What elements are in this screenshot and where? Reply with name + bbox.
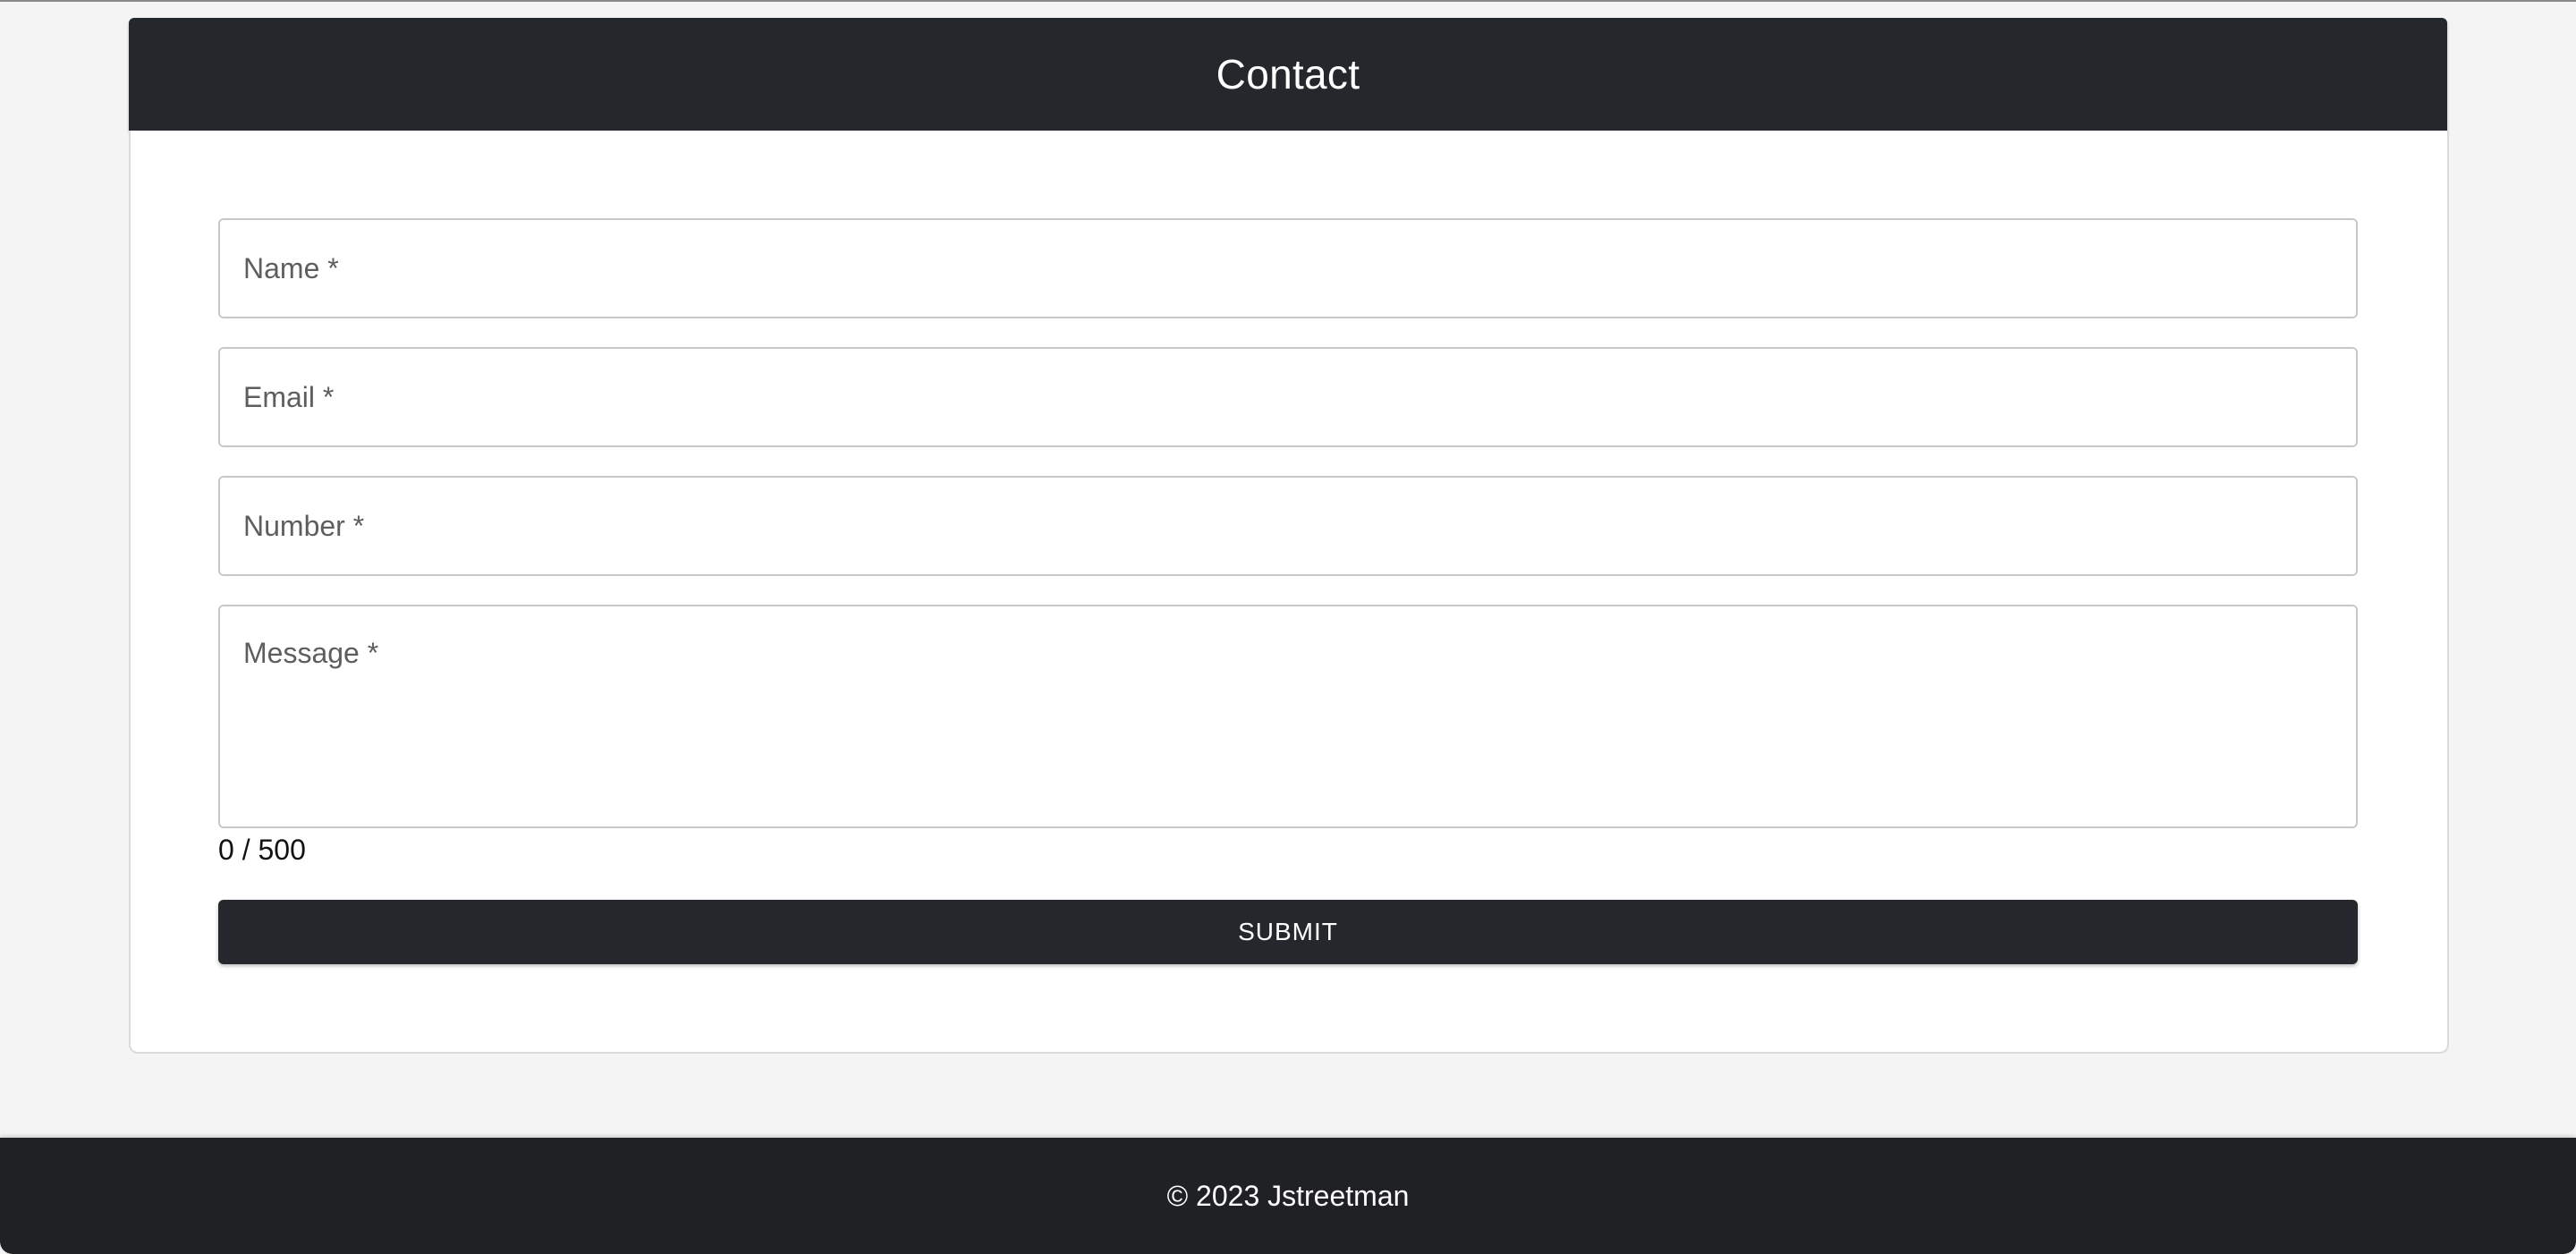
footer-copyright: © 2023 Jstreetman [1166, 1179, 1410, 1212]
contact-form: Name * Email * Number * Message * 0 / 50… [129, 131, 2449, 1054]
email-field-label: Email * [243, 381, 335, 413]
submit-button[interactable]: SUBMIT [218, 900, 2358, 964]
name-field[interactable]: Name * [218, 218, 2358, 318]
message-field[interactable]: Message * [218, 605, 2358, 828]
number-field[interactable]: Number * [218, 476, 2358, 576]
message-field-label: Message * [243, 637, 379, 669]
name-field-label: Name * [243, 252, 339, 284]
message-character-counter: 0 / 500 [218, 834, 306, 866]
top-divider [0, 0, 2576, 2]
email-field[interactable]: Email * [218, 347, 2358, 447]
page-title: Contact [1216, 51, 1360, 97]
footer: © 2023 Jstreetman [0, 1138, 2576, 1254]
number-field-label: Number * [243, 510, 365, 542]
contact-card-header: Contact [129, 18, 2447, 131]
page: Contact Name * Email * Number * Message … [0, 0, 2576, 1254]
